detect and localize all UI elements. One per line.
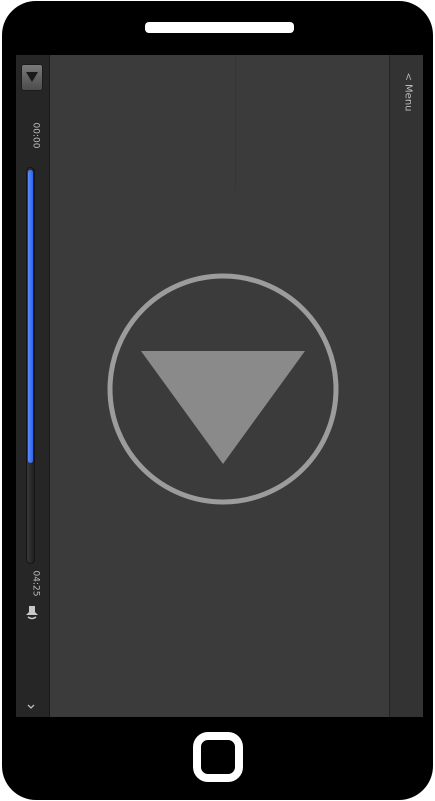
player-screen: 00:00 04:25 < Menu xyxy=(16,55,423,717)
divider xyxy=(235,55,236,190)
home-button[interactable] xyxy=(193,732,243,782)
video-area xyxy=(50,55,389,717)
triangle-down-icon xyxy=(26,72,38,82)
progress-fill xyxy=(28,170,33,463)
phone-frame: 00:00 04:25 < Menu xyxy=(2,1,433,800)
menu-panel: < Menu xyxy=(389,55,423,717)
phone-speaker xyxy=(145,22,294,33)
current-time-label: 00:00 xyxy=(30,122,41,149)
speaker-icon[interactable] xyxy=(25,605,39,625)
menu-link[interactable]: < Menu xyxy=(403,72,414,111)
progress-slider[interactable] xyxy=(26,167,35,564)
chevron-down-icon[interactable] xyxy=(25,696,37,715)
duration-label: 04:25 xyxy=(30,570,41,597)
player-controls-panel: 00:00 04:25 xyxy=(16,55,50,717)
dropdown-button[interactable] xyxy=(22,65,42,90)
play-circle-icon[interactable] xyxy=(105,271,341,511)
